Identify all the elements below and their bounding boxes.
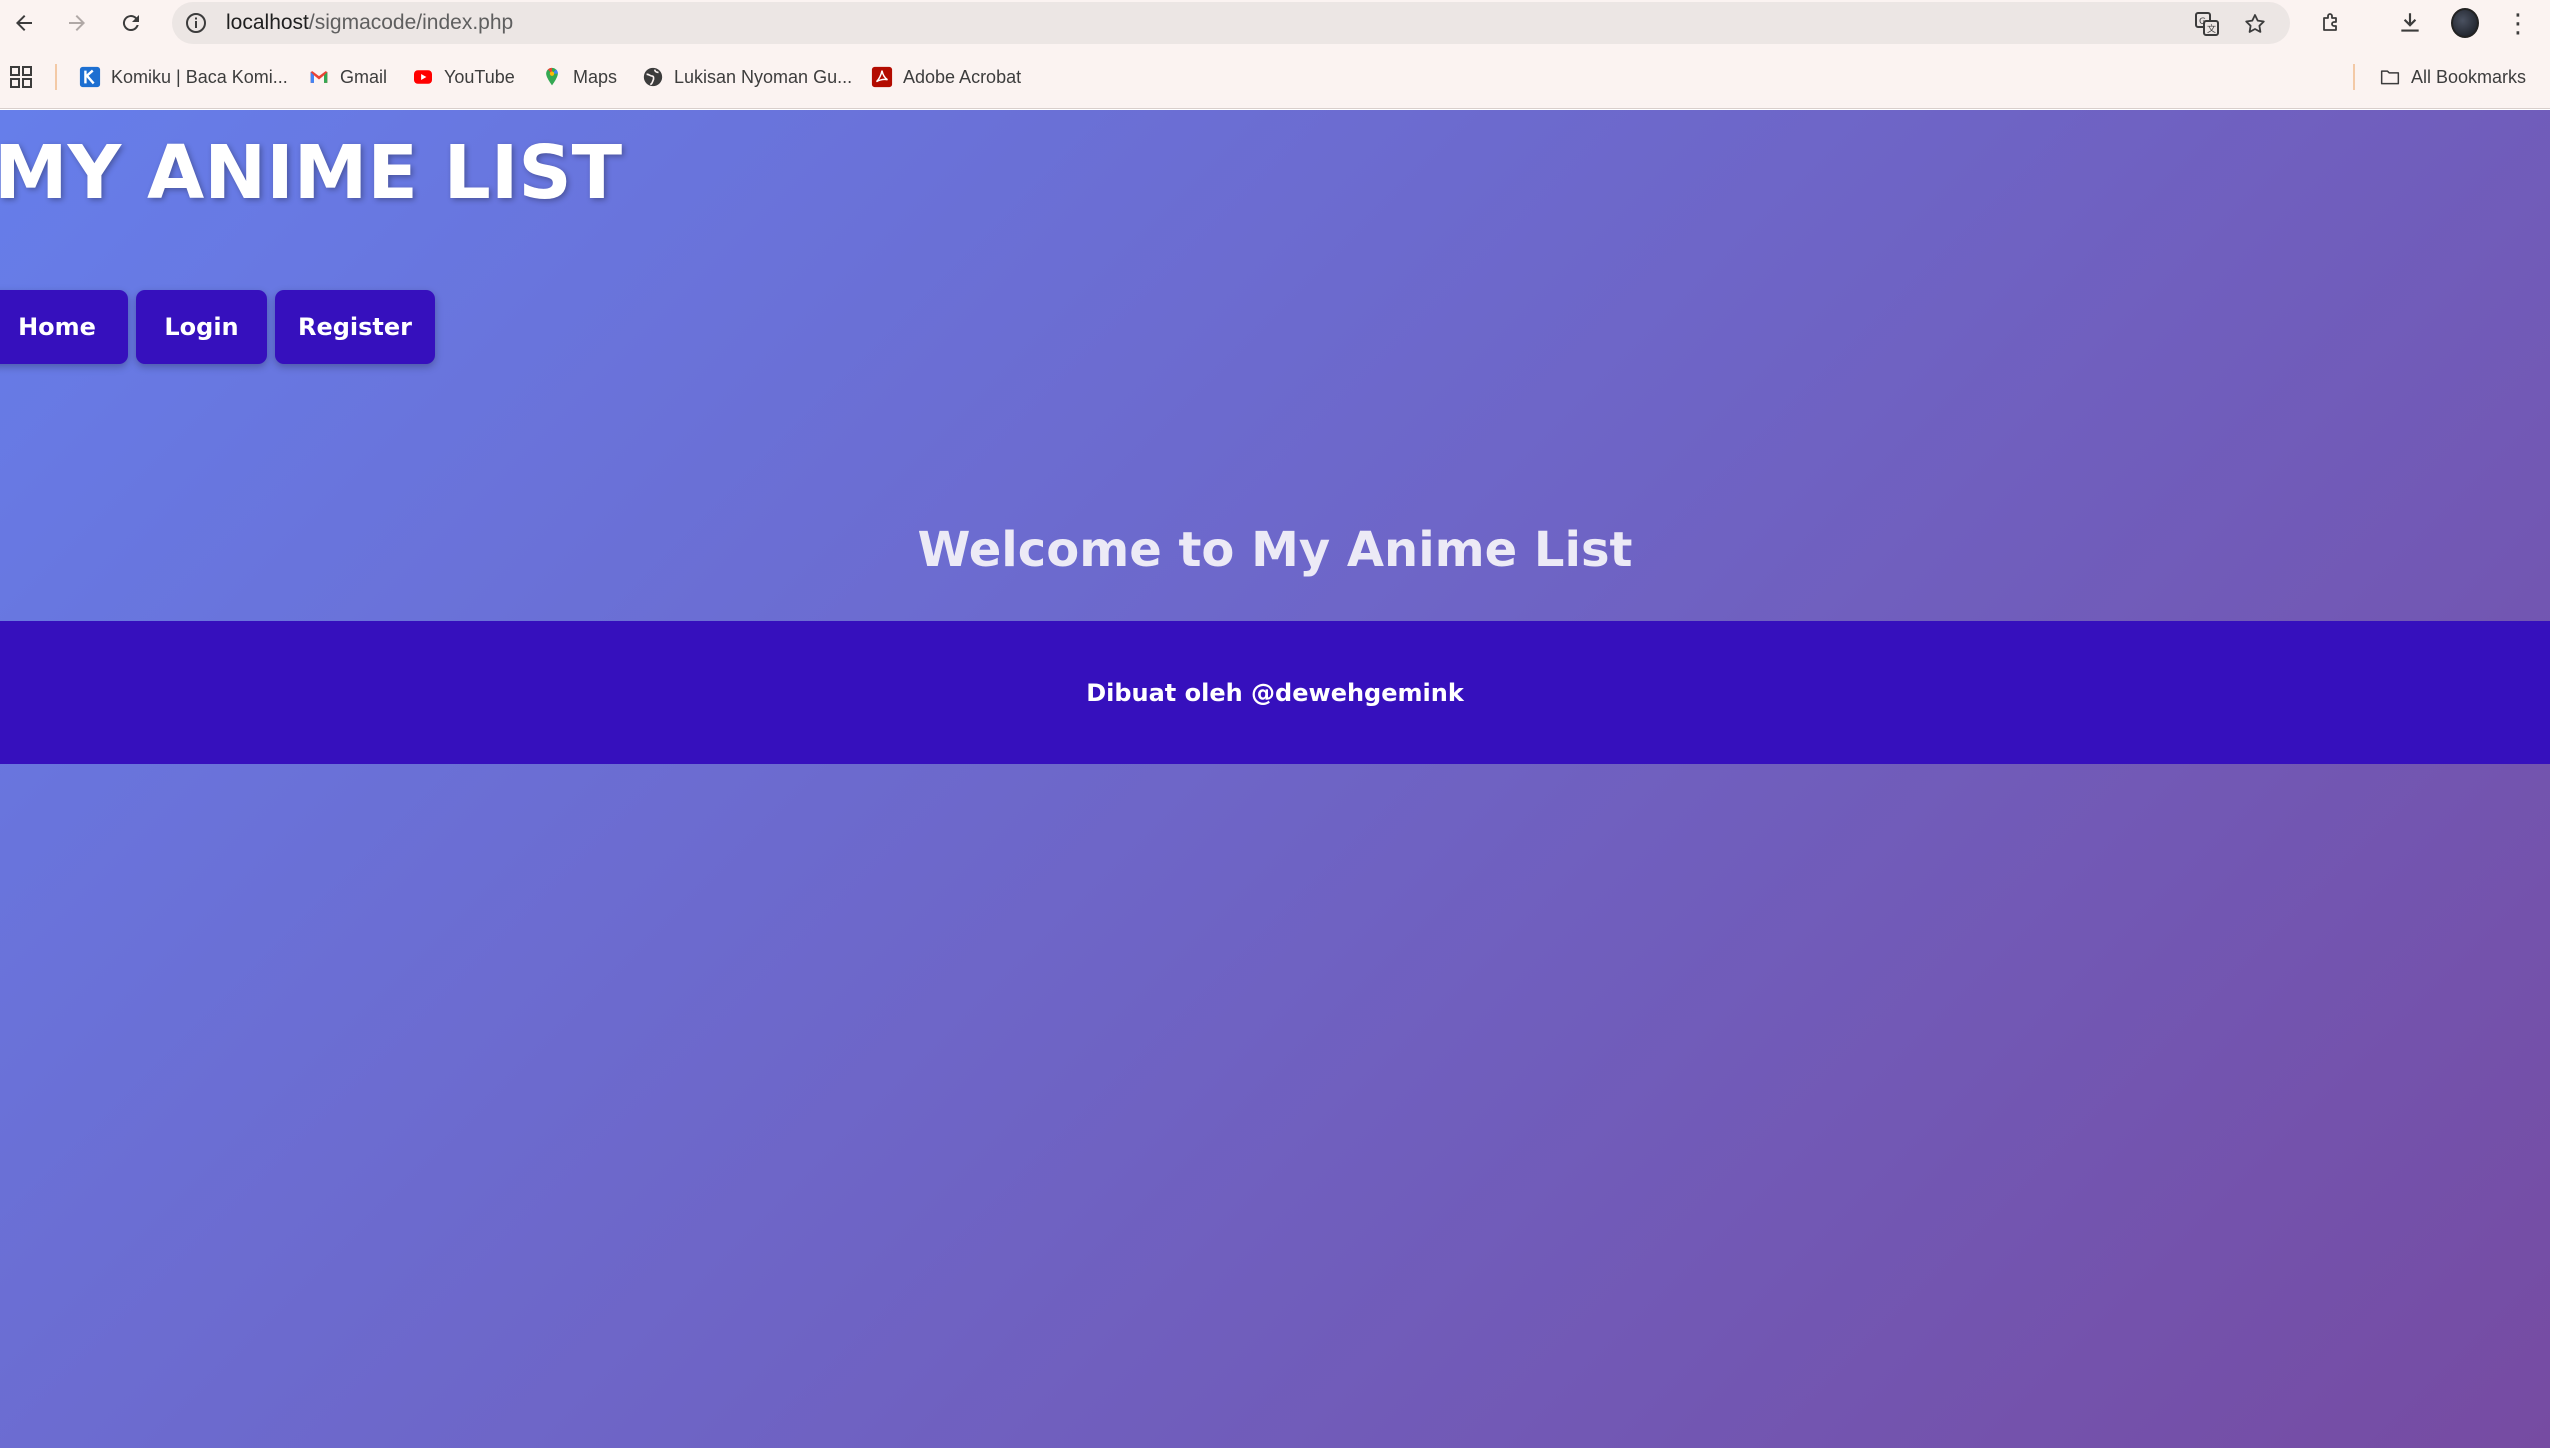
globe-icon [641,65,665,89]
welcome-heading: Welcome to My Anime List [917,522,1633,578]
extensions-icon[interactable] [2317,9,2345,37]
svg-text:文: 文 [2207,23,2216,35]
nav-login-button[interactable]: Login [136,290,267,364]
nav-register-button[interactable]: Register [275,290,435,364]
url-path: /sigmacode/index.php [308,11,514,34]
all-bookmarks-label: All Bookmarks [2411,66,2527,87]
url-host: localhost [226,11,309,34]
reload-icon[interactable] [113,5,149,41]
bookmark-acrobat[interactable]: Adobe Acrobat [870,63,1021,91]
footer: Dibuat oleh @dewehgemink [0,621,2550,764]
bookmark-gmail[interactable]: Gmail [307,63,387,91]
bookmarks-bar: Komiku | Baca Komi... Gmail YouTube Maps… [0,46,2550,109]
browser-toolbar: localhost/sigmacode/index.php G 文 ⋮ [0,0,2550,46]
translate-icon[interactable]: G 文 [2194,11,2220,37]
address-bar[interactable]: localhost/sigmacode/index.php G 文 [172,2,2290,44]
bookmark-label: Maps [573,66,618,87]
bookmark-label: Lukisan Nyoman Gu... [674,66,853,87]
bookmarks-divider [55,64,57,90]
youtube-icon [411,65,435,89]
bookmarks-divider [2353,64,2355,90]
all-bookmarks-button[interactable]: All Bookmarks [2378,63,2526,91]
page-body: MY ANIME LIST Home Login Register Welcom… [0,110,2550,1448]
bookmark-label: Komiku | Baca Komi... [111,66,288,87]
folder-icon [2378,65,2402,89]
nav-home-button[interactable]: Home [0,290,128,364]
bookmark-label: Adobe Acrobat [903,66,1022,87]
bookmark-label: Gmail [340,66,388,87]
bookmark-youtube[interactable]: YouTube [411,63,515,91]
bookmark-maps[interactable]: Maps [540,63,617,91]
maps-icon [540,65,564,89]
star-icon[interactable] [2242,11,2268,37]
download-icon[interactable] [2396,9,2424,37]
site-info-icon[interactable] [184,11,208,35]
bookmark-komiku[interactable]: Komiku | Baca Komi... [78,63,288,91]
footer-credit: Dibuat oleh @dewehgemink [1086,678,1464,707]
bookmark-lukisan[interactable]: Lukisan Nyoman Gu... [641,63,852,91]
gmail-icon [307,65,331,89]
profile-avatar[interactable] [2451,8,2479,38]
acrobat-icon [870,65,894,89]
url-text[interactable]: localhost/sigmacode/index.php [226,11,513,35]
apps-grid-icon[interactable] [10,66,32,88]
komiku-icon [78,65,102,89]
bookmark-label: YouTube [444,66,515,87]
forward-icon[interactable] [59,5,95,41]
svg-text:G: G [2199,17,2206,27]
menu-kebab-icon[interactable]: ⋮ [2504,9,2532,37]
back-icon[interactable] [6,5,42,41]
site-title: MY ANIME LIST [0,130,623,216]
